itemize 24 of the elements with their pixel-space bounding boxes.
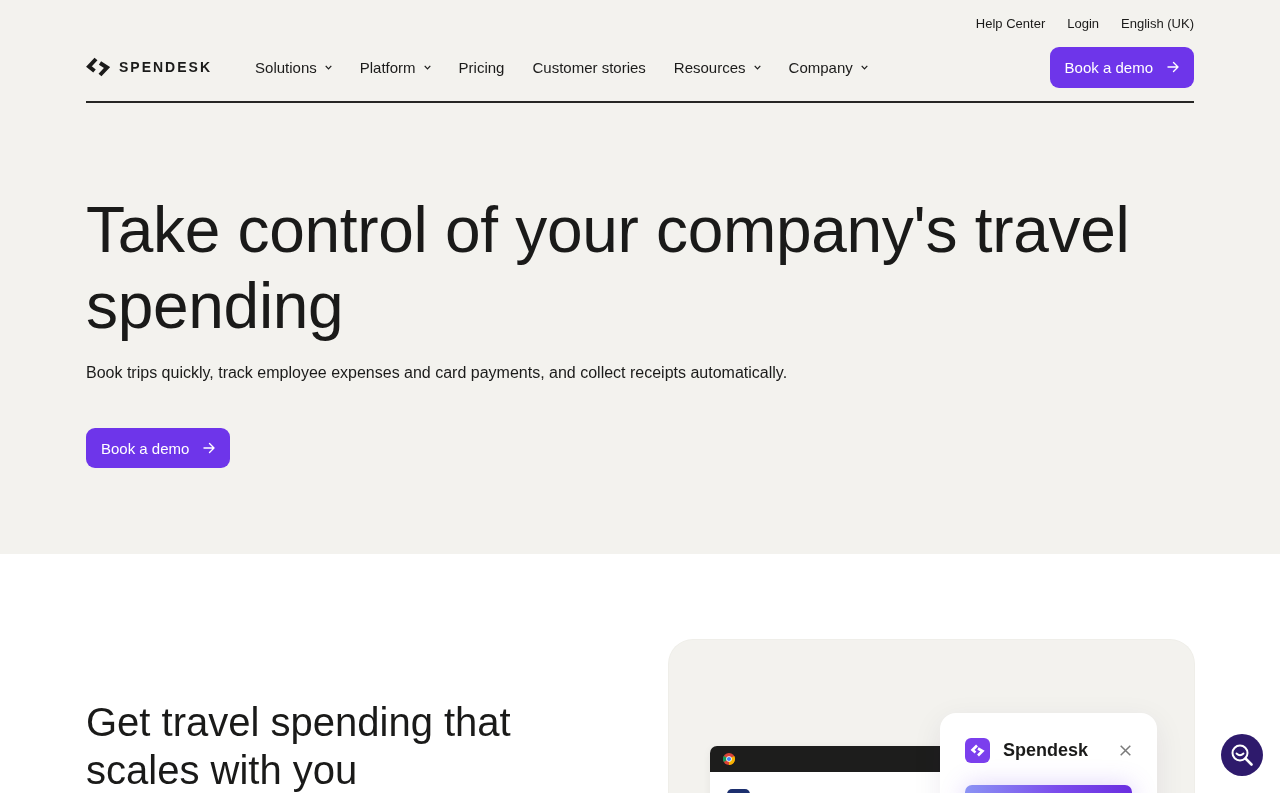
utility-link[interactable]: Login xyxy=(1067,15,1100,31)
utility-link[interactable]: English (UK) xyxy=(1121,15,1194,31)
popup-title: Spendesk xyxy=(1003,740,1090,761)
utility-link[interactable]: Help Center xyxy=(975,15,1046,31)
nav-link[interactable]: Pricing xyxy=(458,58,505,76)
arrow-right-icon xyxy=(203,442,216,454)
book-demo-button[interactable]: Book a demo xyxy=(1049,46,1194,88)
logo-icon xyxy=(86,57,110,77)
nav-link[interactable]: Solutions xyxy=(255,58,332,76)
nav-link[interactable]: Platform xyxy=(359,58,431,76)
nav-link[interactable]: Company xyxy=(788,58,868,76)
hero-title: Take control of your company's travel spending xyxy=(86,193,1131,344)
chat-button[interactable] xyxy=(1221,734,1263,776)
book-demo-button[interactable]: Book a demo xyxy=(86,428,231,468)
nav-link[interactable]: Customer stories xyxy=(532,58,646,76)
arrow-right-icon xyxy=(1167,61,1179,73)
hero-subtitle: Book trips quickly, track employee expenses and card payments, and collect receipts automatically. xyxy=(86,363,789,383)
app-logo-icon xyxy=(965,738,990,763)
section-heading: Get travel spending that scales with you xyxy=(86,699,512,793)
logo-wordmark: SPENDESK xyxy=(119,59,213,75)
smiling-magnifier-icon xyxy=(1230,743,1254,767)
round-logo-icon xyxy=(723,753,735,765)
close-icon[interactable] xyxy=(1120,745,1131,756)
nav-link[interactable]: Resources xyxy=(673,58,761,76)
